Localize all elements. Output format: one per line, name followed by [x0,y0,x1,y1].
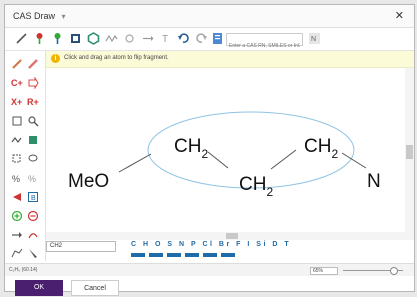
left-tool-palette: C+ X+ R+ % % B [5,51,46,261]
svg-text:N: N [311,36,316,43]
title-bar: CAS Draw ▾ ✕ [5,5,414,28]
double-bond-icon[interactable] [149,253,163,257]
status-formula: C₂H₅ (60.14) [9,267,38,273]
info-icon: i [51,54,60,63]
drawing-canvas[interactable]: MeO CH2 CH2 CH2 N [46,68,405,232]
bond-palette[interactable] [131,253,241,259]
bond-ch2-ch2-b[interactable] [270,149,297,170]
halogen-plus-tool[interactable]: X+ [11,96,22,108]
hint-bar: i Click and drag an atom to flip fragmen… [46,51,414,68]
hash-bond-icon[interactable] [203,253,217,257]
ok-button[interactable]: OK [15,280,63,296]
carbon-plus-tool[interactable]: C+ [11,77,23,89]
zoom-slider-handle[interactable] [390,267,398,275]
atom-ch2-b-sub: 2 [266,185,273,199]
fragment-icon[interactable] [11,247,23,259]
close-icon[interactable]: ✕ [395,9,404,22]
wedge-bond-icon[interactable] [185,253,199,257]
charge-icon[interactable]: % [11,172,23,184]
atom-ch2-a-label: CH [174,136,201,157]
search-field[interactable] [227,40,302,52]
curved-arrow-icon[interactable] [27,229,39,241]
stereo-icon[interactable] [11,191,23,203]
ring-icon[interactable] [87,32,100,45]
zoom-slider[interactable] [343,267,403,275]
svg-text:%: % [12,174,20,184]
pencil-icon[interactable] [11,58,23,70]
vertical-scrollbar[interactable] [405,68,414,232]
atom-ch2-c-sub: 2 [331,147,338,161]
status-bar: C₂H₅ (60.14) 65% [5,263,414,276]
lasso-icon[interactable] [11,153,23,165]
tab-title: CAS Draw [13,11,56,21]
wedge-icon[interactable] [27,247,39,259]
single-bond-icon[interactable] [131,253,145,257]
text-tool-icon[interactable]: T [159,32,172,45]
horizontal-scroll-thumb[interactable] [226,233,238,239]
pin-green-icon[interactable] [51,32,64,45]
hint-message: Click and drag an atom to flip fragment. [64,55,169,61]
eraser-icon[interactable] [27,58,39,70]
atom-ch2-c-label: CH [304,136,331,157]
dialog-footer: OK Cancel [5,276,414,296]
select-box-icon[interactable] [11,115,23,127]
vertical-scroll-thumb[interactable] [406,145,413,159]
svg-text:B: B [31,195,36,202]
atom-ch2-b-label: CH [239,174,266,195]
zoom-icon[interactable] [27,115,39,127]
element-palette[interactable]: C H O S N P Cl Br F I Si D T [131,241,291,251]
atom-n[interactable]: N [367,171,381,192]
bracket-icon[interactable]: B [27,191,39,203]
bond-meo-ch2[interactable] [118,153,152,173]
svg-text:%: % [28,174,36,184]
chain-tool-icon[interactable] [11,134,23,146]
undo-icon[interactable] [177,32,190,45]
wavy-bond-icon[interactable] [221,253,235,257]
tab-cas-draw[interactable]: CAS Draw ▾ [13,11,66,21]
molecule-drawing: MeO CH2 CH2 CH2 N [68,111,381,199]
atom-ch2-a-sub: 2 [201,147,208,161]
atom-ch2-a[interactable]: CH2 [174,136,208,161]
redo-icon[interactable] [195,32,208,45]
add-charge-icon[interactable] [11,210,23,222]
pin-icon[interactable] [33,32,46,45]
cancel-button[interactable]: Cancel [71,280,119,296]
clipboard-icon[interactable] [211,32,224,45]
triple-bond-icon[interactable] [167,253,181,257]
svg-text:T: T [162,34,168,45]
atom-ch2-c[interactable]: CH2 [304,136,338,161]
ring-tool-icon[interactable] [27,134,39,146]
cas-draw-window: CAS Draw ▾ ✕ T N C+ X+ R+ [4,4,415,296]
bond-tool-icon[interactable] [15,32,28,45]
bond-ch2-ch2[interactable] [207,151,229,169]
chevron-down-icon[interactable]: ▾ [62,12,66,21]
chain-icon[interactable] [105,32,118,45]
minus-charge-icon[interactable] [27,210,39,222]
atom-ch2-b[interactable]: CH2 [239,174,273,199]
atom-meo[interactable]: MeO [68,171,109,192]
formula-input[interactable]: CH2 [46,241,116,252]
arrow-tool-icon[interactable] [27,77,39,89]
horizontal-scrollbar[interactable] [46,232,414,240]
percent-icon[interactable]: % [27,172,39,184]
structure-search-input[interactable] [226,33,303,52]
r-group-plus-tool[interactable]: R+ [27,96,39,108]
lasso-free-icon[interactable] [27,153,39,165]
arrow-right-icon[interactable] [11,229,23,241]
zoom-select[interactable]: 65% [310,267,338,275]
top-toolbar: T N [5,28,414,52]
atom-map-icon[interactable] [123,32,136,45]
search-icon[interactable]: N [308,32,321,45]
template-icon[interactable] [69,32,82,45]
reaction-icon[interactable] [141,32,154,45]
